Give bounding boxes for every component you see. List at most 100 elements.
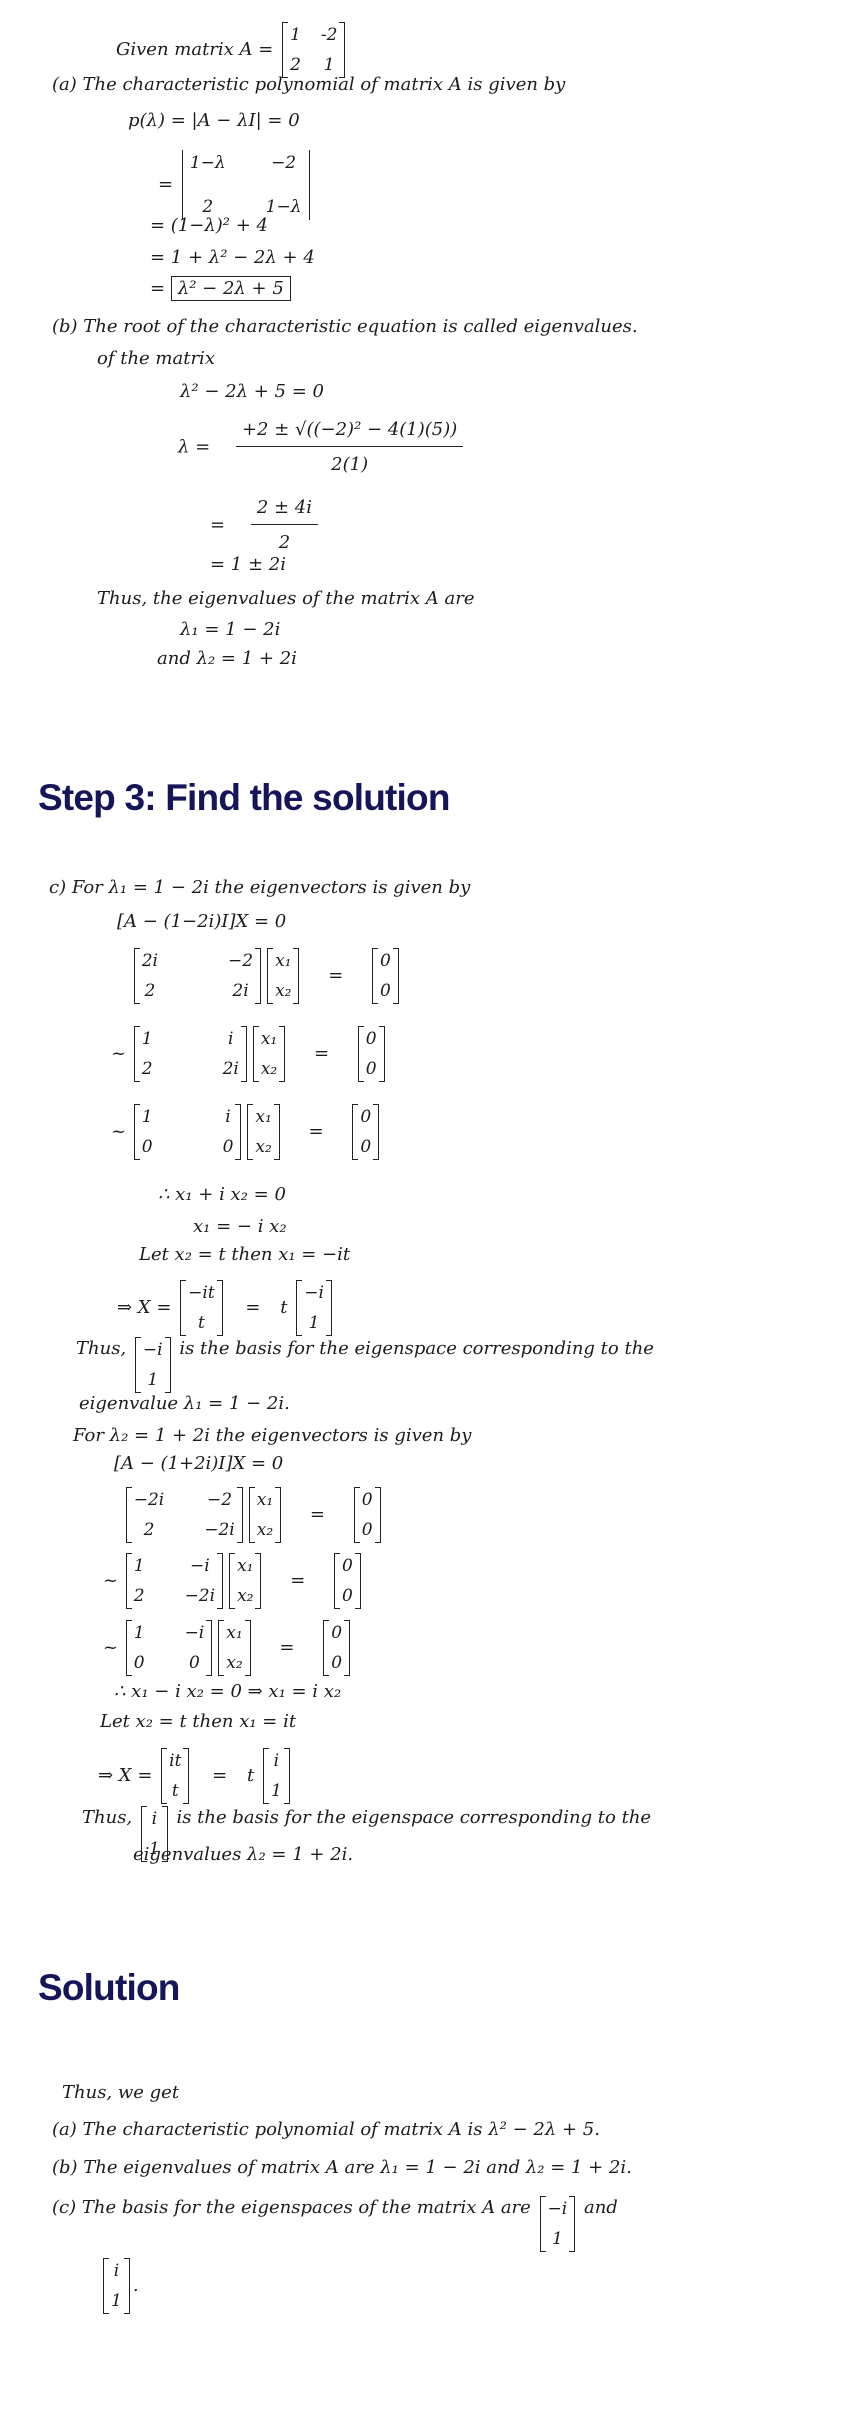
matrix-cell: 1 bbox=[141, 1107, 153, 1127]
matrix-cell: −it bbox=[188, 1283, 215, 1303]
parameter-line-1: Let x₂ = t then x₁ = −it bbox=[139, 1244, 351, 1265]
eigenvalues-conclusion: Thus, the eigenvalues of the matrix A ar… bbox=[97, 588, 475, 609]
eigenvalue-2-statement: eigenvalues λ₂ = 1 + 2i. bbox=[133, 1844, 354, 1865]
matrix-equation-2: ~ 1 i 2 2i x₁ x₂ = 00 bbox=[111, 1026, 388, 1082]
matrix-cell: x₂ bbox=[260, 1059, 278, 1079]
coefficient-matrix: 1 −i 0 0 bbox=[125, 1620, 213, 1676]
x-vector: x₁ x₂ bbox=[218, 1620, 252, 1676]
matrix-equation-3: ~ 1 i 0 0 x₁ x₂ = 00 bbox=[111, 1104, 382, 1160]
matrix-cell: −2i bbox=[204, 1520, 235, 1540]
solution-heading: Solution bbox=[38, 1967, 180, 2008]
equals-sign: = bbox=[245, 1297, 261, 1318]
matrix-cell: t bbox=[197, 1313, 205, 1333]
basis-vector-2: i1 bbox=[262, 1748, 290, 1804]
determinant-line: = 1−λ −2 2 1−λ bbox=[158, 150, 313, 220]
matrix-cell: 2 bbox=[133, 1586, 145, 1606]
part-b-intro-cont: of the matrix bbox=[97, 348, 215, 369]
given-matrix-line: Given matrix A = 1 -2 2 1 bbox=[116, 22, 348, 78]
row-equivalent-sign: ~ bbox=[111, 1121, 127, 1142]
step-square: = (1−λ)² + 4 bbox=[150, 215, 268, 236]
simplified-fraction: 2 ± 4i 2 bbox=[250, 496, 319, 555]
simplified-fraction-line: = 2 ± 4i 2 bbox=[210, 496, 319, 555]
matrix-cell: −i bbox=[304, 1283, 324, 1303]
matrix-cell: x₂ bbox=[226, 1653, 243, 1673]
basis-vector-2: i1 bbox=[103, 2258, 130, 2314]
matrix-cell: x₁ bbox=[237, 1556, 254, 1576]
matrix-cell: 1 bbox=[270, 1781, 282, 1801]
basis-vector-1: −i 1 bbox=[539, 2196, 576, 2252]
matrix-cell: i bbox=[227, 1029, 234, 1049]
equals-sign: = bbox=[309, 1504, 325, 1525]
vector: −it t bbox=[180, 1280, 223, 1336]
matrix-cell: 0 bbox=[380, 981, 391, 1001]
fraction-denominator: 2(1) bbox=[331, 454, 369, 475]
matrix-cell: 1 bbox=[111, 2291, 122, 2311]
matrix-cell: 0 bbox=[361, 1520, 373, 1540]
matrix-cell: 1 bbox=[290, 25, 301, 45]
matrix-cell: x₂ bbox=[256, 1520, 274, 1540]
fraction-numerator: 2 ± 4i bbox=[250, 496, 319, 525]
implies-x: ⇒ X = bbox=[117, 1297, 172, 1318]
summary-intro: Thus, we get bbox=[62, 2082, 180, 2103]
matrix-cell: i bbox=[151, 1809, 158, 1829]
matrix-a: 1 -2 2 1 bbox=[282, 22, 346, 78]
summary-c: (c) The basis for the eigenspaces of the… bbox=[52, 2196, 618, 2252]
equals-sign: = bbox=[212, 1765, 228, 1786]
matrix-cell: 1 bbox=[308, 1313, 320, 1333]
characteristic-equation: λ² − 2λ + 5 = 0 bbox=[180, 381, 324, 402]
matrix-cell: x₁ bbox=[255, 1107, 272, 1127]
matrix-cell: 1 bbox=[133, 1623, 145, 1643]
equals-sign: = bbox=[328, 965, 344, 986]
matrix-cell: x₂ bbox=[255, 1137, 272, 1157]
for-lambda-2-intro: For λ₂ = 1 + 2i the eigenvectors is give… bbox=[73, 1425, 472, 1446]
part-b-intro: (b) The root of the characteristic equat… bbox=[52, 316, 638, 337]
characteristic-polynomial-definition: p(λ) = |A − λI| = 0 bbox=[128, 110, 300, 131]
matrix-cell: 0 bbox=[360, 1107, 372, 1127]
matrix-cell: x₁ bbox=[275, 951, 292, 971]
matrix-cell: 2 bbox=[143, 1520, 155, 1540]
matrix-cell: 0 bbox=[365, 1059, 377, 1079]
lambda-equals: λ = bbox=[178, 436, 211, 458]
matrix-cell: 2i bbox=[141, 951, 158, 971]
zero-vector: 00 bbox=[352, 1104, 380, 1160]
roots: = 1 ± 2i bbox=[210, 554, 286, 575]
x1-equation-1: x₁ = − i x₂ bbox=[193, 1216, 287, 1237]
matrix-cell: x₁ bbox=[226, 1623, 243, 1643]
matrix-cell: t bbox=[171, 1781, 179, 1801]
implies-x: ⇒ X = bbox=[98, 1765, 153, 1786]
quadratic-formula-line: λ = +2 ± √((−2)² − 4(1)(5)) 2(1) bbox=[178, 418, 464, 477]
matrix-cell: 0 bbox=[188, 1653, 200, 1673]
matrix-equation-6: ~ 1 −i 0 0 x₁ x₂ = 00 bbox=[103, 1620, 353, 1676]
therefore-equation-2: ∴ x₁ − i x₂ = 0 ⇒ x₁ = i x₂ bbox=[114, 1681, 342, 1702]
determinant: 1−λ −2 2 1−λ bbox=[181, 150, 310, 220]
row-equivalent-sign: ~ bbox=[103, 1637, 119, 1658]
matrix-cell: 1 bbox=[133, 1556, 145, 1576]
matrix-cell: 0 bbox=[342, 1556, 353, 1576]
and-label: and bbox=[583, 2197, 618, 2218]
x-vector: x₁ x₂ bbox=[248, 1487, 282, 1543]
matrix-cell: −2 bbox=[271, 153, 297, 173]
x-vector: x₁ x₂ bbox=[247, 1104, 281, 1160]
lambda-2: and λ₂ = 1 + 2i bbox=[157, 648, 297, 669]
summary-a: (a) The characteristic polynomial of mat… bbox=[52, 2119, 600, 2140]
solution-vector-2: ⇒ X = it t = t i1 bbox=[98, 1748, 293, 1804]
matrix-cell: −2 bbox=[206, 1490, 233, 1510]
matrix-cell: −2i bbox=[133, 1490, 165, 1510]
coefficient-matrix: −2i −2 2 −2i bbox=[125, 1487, 243, 1543]
equals-sign: = bbox=[279, 1637, 295, 1658]
step-3-heading: Step 3: Find the solution bbox=[38, 777, 450, 818]
matrix-cell: 0 bbox=[360, 1137, 372, 1157]
matrix-cell: it bbox=[169, 1751, 182, 1771]
matrix-equation-5: ~ 1 −i 2 −2i x₁ x₂ = 00 bbox=[103, 1553, 364, 1609]
matrix-cell: x₁ bbox=[256, 1490, 274, 1510]
fraction-denominator: 2 bbox=[278, 532, 291, 553]
basis-statement-text: is the basis for the eigenspace correspo… bbox=[176, 1807, 652, 1828]
matrix-cell: −i bbox=[189, 1556, 210, 1576]
basis-statement-text: is the basis for the eigenspace correspo… bbox=[179, 1338, 654, 1359]
summary-c-text: (c) The basis for the eigenspaces of the… bbox=[52, 2197, 531, 2218]
x-vector: x₁ x₂ bbox=[252, 1026, 286, 1082]
matrix-cell: 0 bbox=[141, 1137, 153, 1157]
therefore-equation-1: ∴ x₁ + i x₂ = 0 bbox=[158, 1184, 286, 1205]
solution-vector-1: ⇒ X = −it t = t −i 1 bbox=[117, 1280, 335, 1336]
thus-label: Thus, bbox=[82, 1807, 133, 1828]
